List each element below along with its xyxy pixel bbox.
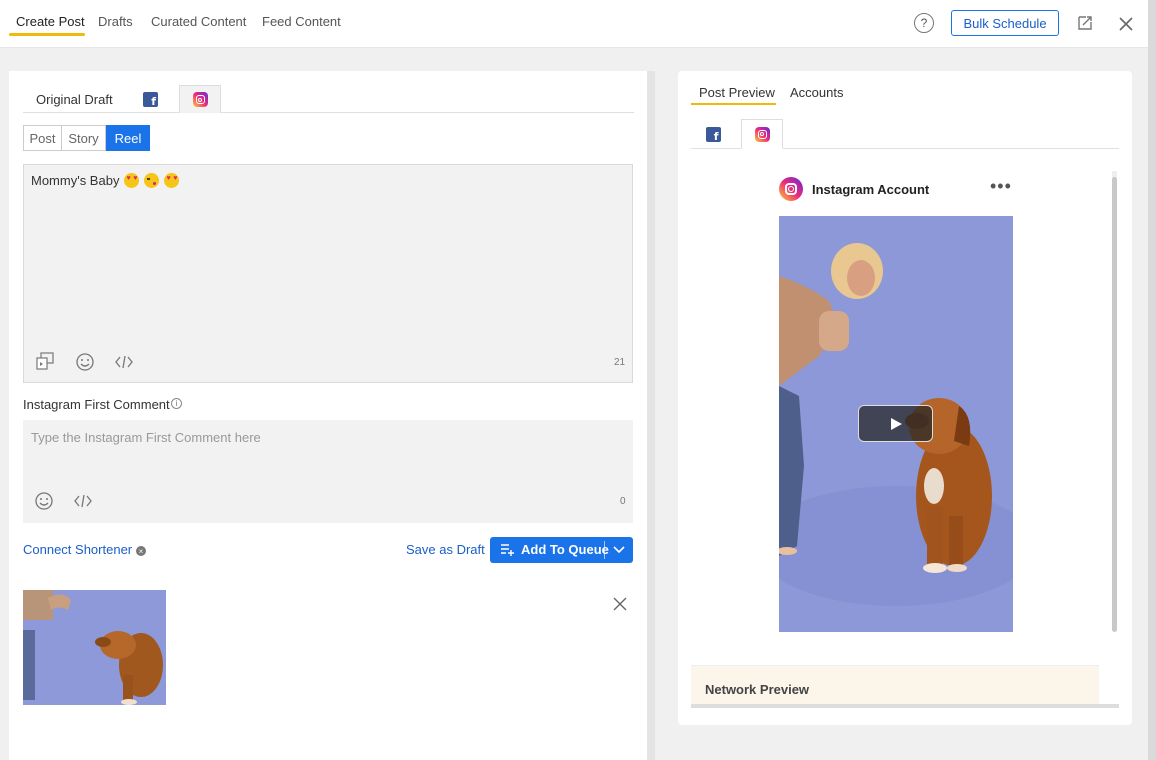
top-bar: Create Post Drafts Curated Content Feed …: [0, 0, 1148, 48]
facebook-icon: f: [143, 91, 158, 107]
heart-eyes-emoji: [124, 173, 140, 188]
instagram-icon: [754, 126, 770, 142]
button-divider: [604, 541, 605, 559]
tab-instagram[interactable]: [179, 85, 221, 113]
preview-tab-instagram[interactable]: [741, 119, 783, 149]
heart-eyes-emoji: [164, 173, 180, 188]
comment-char-counter: 0: [620, 496, 626, 507]
post-type-reel[interactable]: Reel: [106, 125, 150, 151]
kiss-wink-emoji: [144, 173, 160, 188]
preview-tab-facebook[interactable]: f: [705, 119, 721, 149]
preview-scrollbar[interactable]: [1112, 177, 1117, 632]
minimize-icon[interactable]: [1076, 14, 1094, 32]
emoji-icon[interactable]: [34, 491, 54, 511]
first-comment-label: Instagram First Comment: [23, 397, 170, 412]
tab-accounts[interactable]: Accounts: [790, 85, 843, 100]
post-type-selector: Post Story Reel: [23, 125, 150, 151]
active-tab-indicator: [9, 33, 85, 36]
tab-original-draft[interactable]: Original Draft: [36, 85, 116, 113]
tab-post-preview[interactable]: Post Preview: [699, 85, 775, 100]
bulk-schedule-button[interactable]: Bulk Schedule: [951, 10, 1059, 36]
post-type-post[interactable]: Post: [23, 125, 62, 151]
network-preview-label: Network Preview: [705, 682, 810, 697]
remove-media-icon[interactable]: [612, 596, 628, 612]
save-draft-button[interactable]: Save as Draft: [406, 542, 485, 557]
code-icon[interactable]: [73, 491, 93, 511]
tab-create-post[interactable]: Create Post: [16, 14, 85, 29]
media-thumbnail: [23, 590, 166, 705]
tab-facebook[interactable]: f: [142, 85, 159, 113]
help-icon[interactable]: ?: [914, 13, 934, 33]
tab-feed-content[interactable]: Feed Content: [262, 14, 341, 29]
char-counter: 21: [614, 357, 626, 368]
network-preview-section[interactable]: Network Preview: [691, 665, 1099, 705]
media-library-icon[interactable]: [35, 351, 55, 371]
play-button[interactable]: [858, 405, 933, 442]
dog-photo-thumbnail: [23, 590, 166, 705]
active-tab-indicator: [691, 103, 776, 105]
code-icon[interactable]: [114, 352, 134, 372]
preview-account-header: Instagram Account: [779, 177, 929, 201]
connect-shortener-link[interactable]: Connect Shortener: [23, 542, 132, 557]
message-content[interactable]: Mommy's Baby: [31, 173, 180, 188]
preview-network-tabs: f: [691, 119, 1119, 149]
message-editor[interactable]: Mommy's Baby 21: [23, 164, 633, 383]
queue-add-icon: [501, 544, 514, 556]
first-comment-field[interactable]: Type the Instagram First Comment here 0: [23, 420, 633, 523]
first-comment-placeholder: Type the Instagram First Comment here: [31, 430, 261, 445]
emoji-icon[interactable]: [75, 352, 95, 372]
preview-panel: Post Preview Accounts f Instagram Accoun…: [678, 71, 1132, 725]
instagram-avatar-icon: [779, 177, 803, 201]
add-to-queue-button[interactable]: Add To Queue: [490, 537, 633, 563]
window-edge: [1148, 0, 1156, 760]
draft-tabs: Original Draft f: [23, 85, 634, 113]
tab-curated-content[interactable]: Curated Content: [151, 14, 246, 29]
remove-shortener-icon[interactable]: ×: [136, 546, 146, 556]
reel-preview: [779, 216, 1013, 632]
horizontal-scrollbar: [691, 704, 1119, 708]
more-options-icon[interactable]: •••: [990, 177, 1012, 195]
close-icon[interactable]: [1117, 15, 1135, 33]
composer-panel: Original Draft f Post Story Reel Mommy's…: [9, 71, 647, 760]
panel-divider[interactable]: [647, 71, 655, 760]
message-text: Mommy's Baby: [31, 173, 120, 188]
facebook-icon: f: [705, 126, 721, 142]
info-icon[interactable]: i: [171, 398, 182, 409]
instagram-icon: [192, 92, 208, 107]
tab-drafts[interactable]: Drafts: [98, 14, 133, 29]
play-icon: [890, 417, 902, 430]
chevron-down-icon[interactable]: [613, 545, 625, 555]
post-type-story[interactable]: Story: [62, 125, 106, 151]
account-name: Instagram Account: [812, 181, 930, 197]
add-to-queue-label: Add To Queue: [521, 542, 609, 557]
